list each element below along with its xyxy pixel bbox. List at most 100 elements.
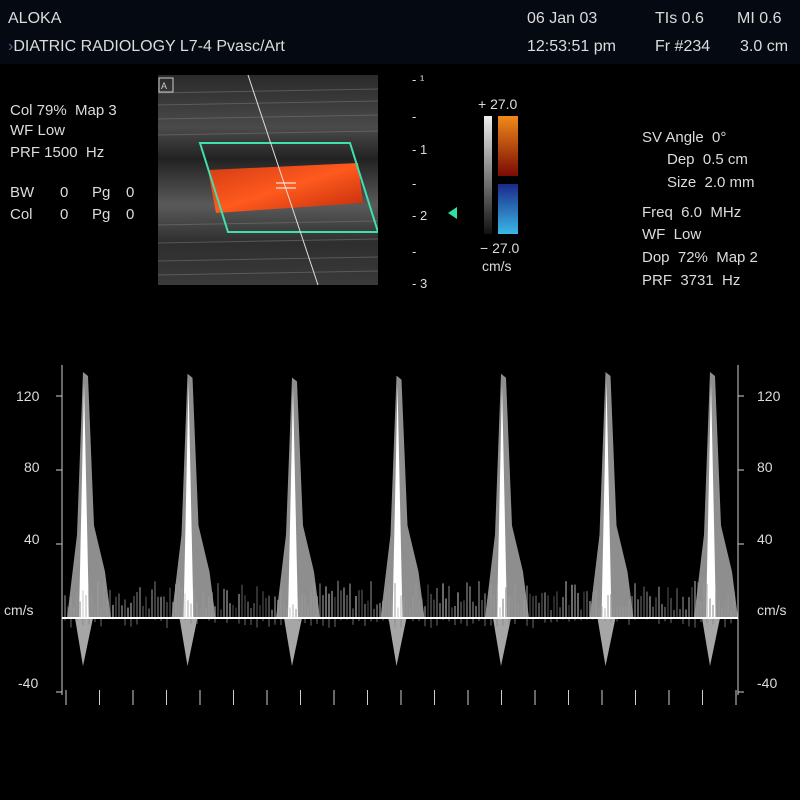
diastolic-speckle [190, 603, 192, 618]
diastolic-speckle [715, 592, 717, 618]
pg-value: 0 [126, 184, 135, 201]
diastolic-speckle [64, 595, 66, 618]
time-label: 12:53:51 pm [527, 38, 616, 55]
diastolic-speckle [682, 596, 684, 618]
diastolic-speckle [379, 603, 381, 618]
diastolic-speckle [355, 595, 357, 618]
diastolic-speckle [721, 607, 723, 618]
depth-tick-minor: - [412, 109, 417, 124]
spectral-doppler-display[interactable] [0, 355, 800, 715]
diastolic-speckle [328, 593, 330, 618]
negative-speckle [400, 618, 402, 628]
diastolic-speckle [298, 596, 300, 618]
diastolic-speckle [565, 581, 567, 618]
diastolic-speckle [517, 602, 519, 618]
diastolic-speckle [85, 595, 87, 618]
doppler-prf: PRF 3731 Hz [642, 272, 741, 289]
diastolic-speckle [406, 600, 408, 618]
negative-speckle [424, 618, 426, 627]
diastolic-speckle [385, 592, 387, 618]
diastolic-speckle [592, 592, 594, 618]
diastolic-speckle [367, 600, 369, 618]
systolic-peak [694, 371, 738, 618]
diastolic-speckle [127, 607, 129, 618]
bw-value: 0 [60, 184, 69, 201]
bmode-image[interactable]: A [158, 75, 378, 285]
diastolic-speckle [112, 604, 114, 618]
diastolic-speckle [277, 599, 279, 618]
diastolic-speckle [490, 585, 492, 618]
diastolic-speckle [688, 597, 690, 618]
diastolic-speckle [655, 597, 657, 618]
diastolic-speckle [559, 607, 561, 618]
diastolic-speckle [337, 580, 339, 618]
systolic-peak [171, 373, 216, 618]
negative-speckle [280, 618, 282, 626]
negative-speckle [310, 618, 312, 626]
diastolic-speckle [613, 607, 615, 618]
diastolic-speckle [139, 587, 141, 618]
diastolic-speckle [316, 596, 318, 618]
diastolic-speckle [511, 596, 513, 618]
frame-label: Fr #234 [655, 38, 711, 55]
diastolic-speckle [145, 596, 147, 618]
depth-tick-0: - ¹ [412, 72, 425, 87]
negative-speckle [496, 618, 498, 627]
diastolic-speckle [466, 582, 468, 618]
diastolic-speckle [220, 609, 222, 618]
diastolic-speckle [622, 606, 624, 618]
diastolic-speckle [460, 601, 462, 618]
diastolic-speckle [535, 595, 537, 618]
diastolic-speckle [577, 592, 579, 618]
diastolic-speckle [364, 603, 366, 618]
colorbar-max: + 27.0 [478, 96, 518, 112]
diastolic-speckle [619, 605, 621, 618]
diastolic-speckle [445, 598, 447, 618]
diastolic-speckle [520, 608, 522, 618]
diastolic-speckle [643, 586, 645, 618]
negative-speckle [250, 618, 252, 625]
diastolic-speckle [151, 589, 153, 618]
diastolic-speckle [469, 586, 471, 618]
pg-label: Pg [92, 184, 111, 201]
diastolic-speckle [205, 607, 207, 618]
diastolic-speckle [424, 606, 426, 618]
diastolic-speckle [403, 597, 405, 618]
diastolic-speckle [370, 581, 372, 618]
diastolic-speckle [214, 606, 216, 618]
depth-label: 3.0 cm [740, 38, 789, 55]
diastolic-speckle [709, 598, 711, 618]
systolic-peak [67, 371, 111, 618]
diastolic-speckle [106, 597, 108, 618]
diastolic-speckle [256, 586, 258, 618]
diastolic-speckle [463, 600, 465, 618]
col-value: 0 [60, 206, 69, 223]
diastolic-speckle [346, 594, 348, 618]
diastolic-speckle [481, 599, 483, 618]
depth-tick-2: - 2 [412, 208, 428, 223]
diastolic-speckle [733, 591, 735, 618]
reverse-flow [179, 618, 198, 667]
negative-speckle [166, 618, 168, 628]
diastolic-speckle [334, 596, 336, 618]
diastolic-speckle [358, 590, 360, 618]
diastolic-speckle [421, 598, 423, 618]
negative-speckle [268, 618, 270, 627]
diastolic-speckle [499, 607, 501, 618]
negative-speckle [484, 618, 486, 627]
diastolic-speckle [418, 597, 420, 618]
focus-marker-icon[interactable] [448, 207, 457, 219]
negative-speckle [724, 618, 726, 628]
diastolic-speckle [322, 595, 324, 618]
institution-line: ›DIATRIC RADIOLOGY L7-4 Pvasc/Art [8, 38, 285, 55]
diastolic-speckle [292, 604, 294, 618]
diastolic-speckle [253, 603, 255, 618]
diastolic-speckle [121, 605, 123, 618]
diastolic-speckle [580, 609, 582, 618]
diastolic-speckle [616, 607, 618, 618]
diastolic-speckle [526, 585, 528, 618]
diastolic-speckle [433, 599, 435, 618]
ytick-right-120: 120 [757, 388, 781, 404]
diastolic-speckle [157, 596, 159, 618]
diastolic-speckle [352, 608, 354, 618]
